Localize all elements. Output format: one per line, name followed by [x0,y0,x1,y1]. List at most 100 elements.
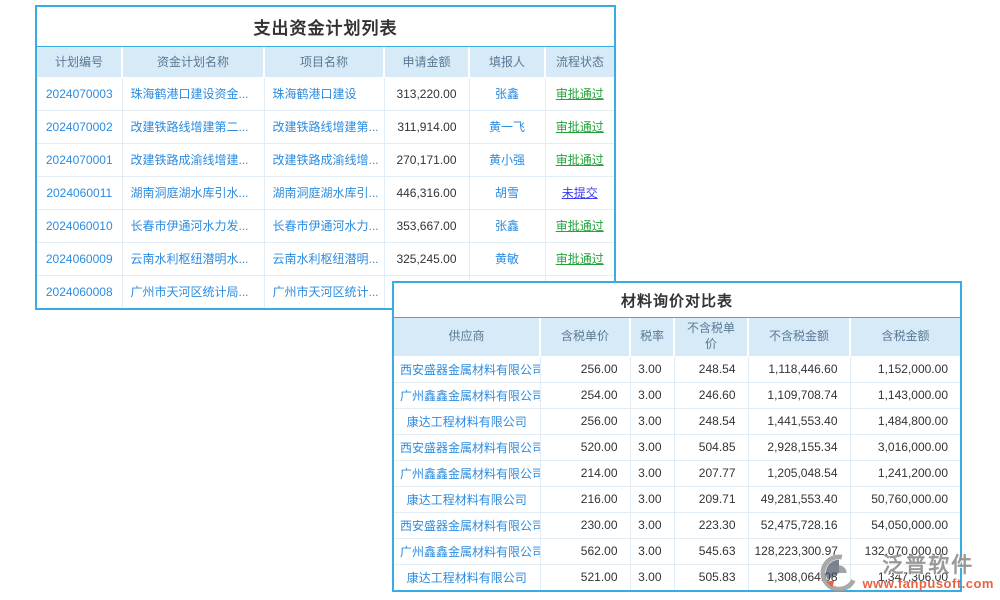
reporter-name[interactable]: 胡雪 [469,176,545,209]
fund-plan-name-link[interactable]: 改建铁路成渝线增建... [122,143,264,176]
tax-excluded-amount-value: 1,205,048.54 [748,460,850,486]
quote-table-row: 康达工程材料有限公司256.003.00248.541,441,553.401,… [394,408,960,434]
supplier-link[interactable]: 广州鑫鑫金属材料有限公司 [394,538,540,564]
quote-table-row: 西安盛器金属材料有限公司520.003.00504.852,928,155.34… [394,434,960,460]
flow-status-header: 流程状态 [545,47,614,77]
project-name-link[interactable]: 改建铁路成渝线增... [264,143,384,176]
flow-status-link[interactable]: 审批通过 [545,242,614,275]
project-name-link[interactable]: 湖南洞庭湖水库引... [264,176,384,209]
quote-table-row: 广州鑫鑫金属材料有限公司562.003.00545.63128,223,300.… [394,538,960,564]
flow-status-link[interactable]: 未提交 [545,176,614,209]
flow-status-link[interactable]: 审批通过 [545,77,614,110]
tax-excluded-unit-price-value: 246.60 [674,382,748,408]
quote-table: 供应商含税单价税率不含税单价不含税金额含税金额 西安盛器金属材料有限公司256.… [394,318,960,590]
plan-table-row: 2024070001改建铁路成渝线增建...改建铁路成渝线增...270,171… [37,143,614,176]
project-name-link[interactable]: 长春市伊通河水力... [264,209,384,242]
tax-rate-value: 3.00 [630,564,674,590]
fund-plan-name-link[interactable]: 改建铁路线增建第二... [122,110,264,143]
tax-excluded-unit-price-value: 545.63 [674,538,748,564]
fund-plan-name-link[interactable]: 广州市天河区统计局... [122,275,264,308]
tax-excluded-amount-header: 不含税金额 [748,318,850,356]
tax-excluded-unit-price-value: 248.54 [674,356,748,382]
apply-amount-value: 270,171.00 [384,143,469,176]
plan-id-link[interactable]: 2024070003 [37,77,122,110]
fund-plan-name-link[interactable]: 珠海鹤港口建设资金... [122,77,264,110]
plan-id-link[interactable]: 2024060008 [37,275,122,308]
tax-included-amount-value: 3,016,000.00 [850,434,960,460]
reporter-name[interactable]: 黄小强 [469,143,545,176]
plan-table-row: 2024060009云南水利枢纽潜明水...云南水利枢纽潜明...325,245… [37,242,614,275]
tax-included-unit-price-value: 230.00 [540,512,630,538]
tax-included-amount-header: 含税金额 [850,318,960,356]
tax-excluded-amount-value: 1,441,553.40 [748,408,850,434]
plan-id-link[interactable]: 2024060011 [37,176,122,209]
plan-id-link[interactable]: 2024070001 [37,143,122,176]
apply-amount-value: 311,914.00 [384,110,469,143]
tax-included-amount-value: 1,347,306.00 [850,564,960,590]
tax-excluded-amount-value: 128,223,300.97 [748,538,850,564]
apply-amount-value: 353,667.00 [384,209,469,242]
supplier-link[interactable]: 广州鑫鑫金属材料有限公司 [394,460,540,486]
quote-table-row: 康达工程材料有限公司216.003.00209.7149,281,553.405… [394,486,960,512]
quote-table-row: 西安盛器金属材料有限公司256.003.00248.541,118,446.60… [394,356,960,382]
supplier-link[interactable]: 康达工程材料有限公司 [394,408,540,434]
supplier-link[interactable]: 康达工程材料有限公司 [394,564,540,590]
quote-table-header-row: 供应商含税单价税率不含税单价不含税金额含税金额 [394,318,960,356]
tax-excluded-unit-price-value: 207.77 [674,460,748,486]
expenditure-fund-plan-table: 支出资金计划列表 计划编号资金计划名称项目名称申请金额填报人流程状态 20240… [35,5,616,310]
apply-amount-value: 313,220.00 [384,77,469,110]
plan-table-row: 2024070003珠海鹤港口建设资金...珠海鹤港口建设313,220.00张… [37,77,614,110]
plan-table-row: 2024060010长春市伊通河水力发...长春市伊通河水力...353,667… [37,209,614,242]
tax-rate-value: 3.00 [630,356,674,382]
tax-included-amount-value: 54,050,000.00 [850,512,960,538]
tax-included-amount-value: 1,152,000.00 [850,356,960,382]
tax-included-unit-price-header: 含税单价 [540,318,630,356]
reporter-name[interactable]: 张鑫 [469,209,545,242]
tax-rate-value: 3.00 [630,460,674,486]
supplier-link[interactable]: 西安盛器金属材料有限公司 [394,356,540,382]
supplier-link[interactable]: 西安盛器金属材料有限公司 [394,434,540,460]
tax-excluded-unit-price-value: 504.85 [674,434,748,460]
flow-status-link[interactable]: 审批通过 [545,110,614,143]
plan-table: 计划编号资金计划名称项目名称申请金额填报人流程状态 2024070003珠海鹤港… [37,47,614,308]
project-name-link[interactable]: 改建铁路线增建第... [264,110,384,143]
tax-excluded-amount-value: 1,308,064.08 [748,564,850,590]
supplier-link[interactable]: 康达工程材料有限公司 [394,486,540,512]
quote-table-row: 康达工程材料有限公司521.003.00505.831,308,064.081,… [394,564,960,590]
plan-table-header-row: 计划编号资金计划名称项目名称申请金额填报人流程状态 [37,47,614,77]
material-inquiry-comparison-table: 材料询价对比表 供应商含税单价税率不含税单价不含税金额含税金额 西安盛器金属材料… [392,281,962,592]
flow-status-link[interactable]: 审批通过 [545,143,614,176]
fund-plan-name-link[interactable]: 湖南洞庭湖水库引水... [122,176,264,209]
reporter-name[interactable]: 黄一飞 [469,110,545,143]
tax-included-unit-price-value: 214.00 [540,460,630,486]
fund-plan-name-link[interactable]: 长春市伊通河水力发... [122,209,264,242]
project-name-link[interactable]: 珠海鹤港口建设 [264,77,384,110]
supplier-link[interactable]: 广州鑫鑫金属材料有限公司 [394,382,540,408]
tax-rate-value: 3.00 [630,434,674,460]
plan-table-row: 2024070002改建铁路线增建第二...改建铁路线增建第...311,914… [37,110,614,143]
flow-status-link[interactable]: 审批通过 [545,209,614,242]
apply-amount-value: 446,316.00 [384,176,469,209]
project-name-link[interactable]: 云南水利枢纽潜明... [264,242,384,275]
tax-rate-value: 3.00 [630,512,674,538]
reporter-name[interactable]: 张鑫 [469,77,545,110]
project-name-link[interactable]: 广州市天河区统计... [264,275,384,308]
apply-amount-header: 申请金额 [384,47,469,77]
reporter-name[interactable]: 黄敏 [469,242,545,275]
tax-excluded-amount-value: 2,928,155.34 [748,434,850,460]
quote-table-row: 广州鑫鑫金属材料有限公司214.003.00207.771,205,048.54… [394,460,960,486]
plan-id-link[interactable]: 2024060010 [37,209,122,242]
plan-id-link[interactable]: 2024070002 [37,110,122,143]
tax-excluded-unit-price-value: 223.30 [674,512,748,538]
plan-id-link[interactable]: 2024060009 [37,242,122,275]
tax-included-amount-value: 1,484,800.00 [850,408,960,434]
tax-included-unit-price-value: 562.00 [540,538,630,564]
reporter-header: 填报人 [469,47,545,77]
supplier-header: 供应商 [394,318,540,356]
tax-excluded-amount-value: 1,118,446.60 [748,356,850,382]
supplier-link[interactable]: 西安盛器金属材料有限公司 [394,512,540,538]
project-name-header: 项目名称 [264,47,384,77]
fund-plan-name-link[interactable]: 云南水利枢纽潜明水... [122,242,264,275]
tax-excluded-unit-price-value: 209.71 [674,486,748,512]
tax-included-unit-price-value: 254.00 [540,382,630,408]
